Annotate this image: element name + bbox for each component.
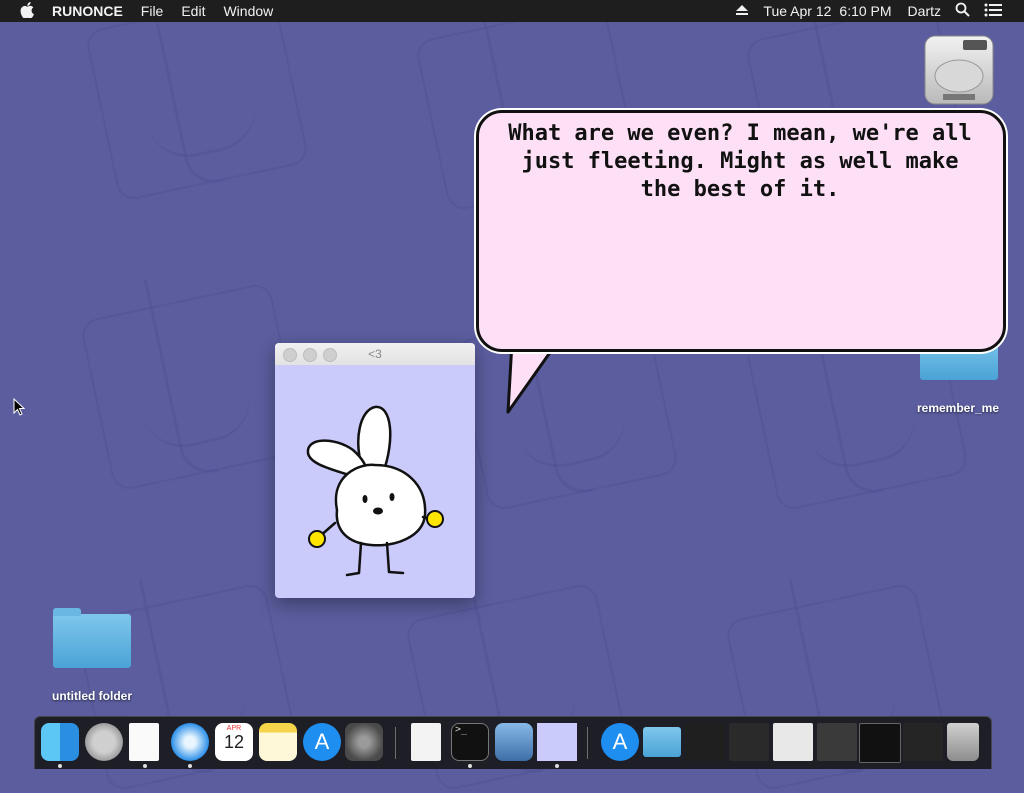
pet-window-titlebar[interactable]: <3	[275, 343, 475, 365]
pet-window[interactable]: <3	[275, 343, 475, 598]
mouse-cursor-icon	[13, 398, 25, 416]
document-icon[interactable]	[129, 723, 159, 761]
wallpaper-pattern	[84, 0, 310, 203]
spotlight-search-icon[interactable]	[955, 2, 970, 20]
finder-icon[interactable]	[41, 723, 79, 761]
running-indicator	[468, 764, 472, 768]
apple-menu-icon[interactable]	[20, 1, 34, 21]
window-minimize-button[interactable]	[303, 348, 317, 362]
bunny-app-icon[interactable]	[537, 723, 577, 761]
running-indicator	[58, 764, 62, 768]
launchpad-rocket-icon[interactable]	[85, 723, 123, 761]
calendar-icon[interactable]: APR 12	[215, 723, 253, 761]
wallpaper-pattern	[79, 281, 305, 493]
window-zoom-button[interactable]	[323, 348, 337, 362]
minimized-window-thumbnail[interactable]	[817, 723, 857, 761]
terminal-icon[interactable]: >_	[451, 723, 489, 761]
app-name-menu[interactable]: RUNONCE	[52, 3, 123, 19]
dock-separator	[395, 727, 396, 759]
notification-center-icon[interactable]	[984, 3, 1002, 20]
minimized-window-thumbnail[interactable]	[685, 723, 725, 761]
app-store-icon[interactable]: A	[303, 723, 341, 761]
minimized-window-thumbnail[interactable]	[773, 723, 813, 761]
minimized-window-thumbnail[interactable]	[903, 723, 943, 761]
eject-icon[interactable]	[735, 3, 749, 19]
app-store-downloads-icon[interactable]: A	[601, 723, 639, 761]
untitled-folder-label[interactable]: untitled folder	[32, 689, 152, 703]
dock: APR 12 A >_ A	[34, 716, 992, 769]
hard-disk-icon[interactable]	[923, 32, 995, 108]
speech-bubble-text: What are we even? I mean, we're all just…	[508, 121, 972, 202]
minimized-window-thumbnail[interactable]	[859, 723, 901, 763]
menu-edit[interactable]: Edit	[181, 3, 205, 19]
safari-compass-icon[interactable]	[171, 723, 209, 761]
running-indicator	[188, 764, 192, 768]
menubar-time[interactable]: 6:10 PM	[839, 3, 891, 19]
menubar-date[interactable]: Tue Apr 12	[763, 3, 831, 19]
preview-icon[interactable]	[495, 723, 533, 761]
window-close-button[interactable]	[283, 348, 297, 362]
calendar-day: 12	[223, 732, 245, 752]
minimized-window-thumbnail[interactable]	[729, 723, 769, 761]
remember-me-folder-label[interactable]: remember_me	[906, 401, 1010, 415]
menu-window[interactable]: Window	[223, 3, 273, 19]
trash-icon[interactable]	[947, 723, 979, 761]
pet-window-title: <3	[368, 347, 382, 361]
bunny-character-icon[interactable]	[275, 365, 475, 598]
menu-bar: RUNONCE File Edit Window Tue Apr 12 6:10…	[0, 0, 1024, 22]
system-preferences-gear-icon[interactable]	[345, 723, 383, 761]
downloads-folder-icon[interactable]	[643, 727, 681, 757]
calendar-month: APR	[226, 725, 242, 732]
textedit-icon[interactable]	[411, 723, 441, 761]
untitled-folder-icon[interactable]	[53, 608, 131, 668]
menubar-user[interactable]: Dartz	[908, 3, 941, 19]
running-indicator	[143, 764, 147, 768]
dock-separator	[587, 727, 588, 759]
menu-file[interactable]: File	[141, 3, 164, 19]
running-indicator	[555, 764, 559, 768]
notes-icon[interactable]	[259, 723, 297, 761]
